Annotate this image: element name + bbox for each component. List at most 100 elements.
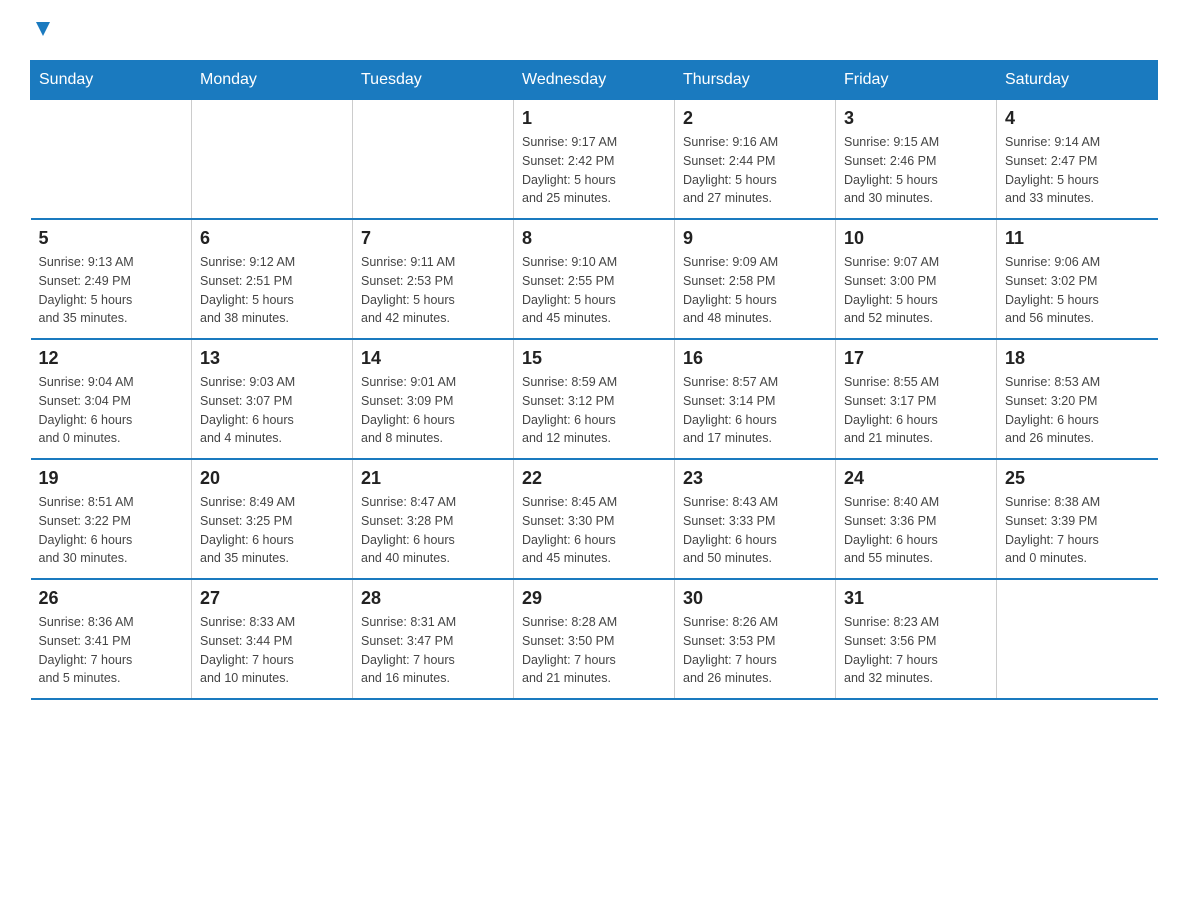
- day-number: 12: [39, 348, 184, 369]
- day-cell: 9 Sunrise: 9:09 AM Sunset: 2:58 PM Daylig…: [675, 219, 836, 339]
- day-number: 30: [683, 588, 827, 609]
- week-row-5: 26 Sunrise: 8:36 AM Sunset: 3:41 PM Dayli…: [31, 579, 1158, 699]
- day-number: 4: [1005, 108, 1150, 129]
- day-cell: 22 Sunrise: 8:45 AM Sunset: 3:30 PM Dayli…: [514, 459, 675, 579]
- day-info: Sunrise: 8:36 AM Sunset: 3:41 PM Dayligh…: [39, 613, 184, 688]
- day-info: Sunrise: 8:51 AM Sunset: 3:22 PM Dayligh…: [39, 493, 184, 568]
- day-number: 28: [361, 588, 505, 609]
- day-cell: 31 Sunrise: 8:23 AM Sunset: 3:56 PM Dayli…: [836, 579, 997, 699]
- day-number: 24: [844, 468, 988, 489]
- day-info: Sunrise: 9:10 AM Sunset: 2:55 PM Dayligh…: [522, 253, 666, 328]
- day-info: Sunrise: 8:38 AM Sunset: 3:39 PM Dayligh…: [1005, 493, 1150, 568]
- day-info: Sunrise: 9:11 AM Sunset: 2:53 PM Dayligh…: [361, 253, 505, 328]
- day-info: Sunrise: 9:14 AM Sunset: 2:47 PM Dayligh…: [1005, 133, 1150, 208]
- day-cell: [192, 100, 353, 220]
- day-number: 21: [361, 468, 505, 489]
- day-cell: 4 Sunrise: 9:14 AM Sunset: 2:47 PM Daylig…: [997, 100, 1158, 220]
- day-cell: 15Sunrise: 8:59 AM Sunset: 3:12 PM Dayli…: [514, 339, 675, 459]
- day-info: Sunrise: 9:15 AM Sunset: 2:46 PM Dayligh…: [844, 133, 988, 208]
- day-number: 25: [1005, 468, 1150, 489]
- day-info: Sunrise: 8:59 AM Sunset: 3:12 PM Dayligh…: [522, 373, 666, 448]
- calendar-header: SundayMondayTuesdayWednesdayThursdayFrid…: [31, 61, 1158, 100]
- day-info: Sunrise: 9:09 AM Sunset: 2:58 PM Dayligh…: [683, 253, 827, 328]
- day-number: 26: [39, 588, 184, 609]
- day-header-tuesday: Tuesday: [353, 61, 514, 100]
- day-info: Sunrise: 8:33 AM Sunset: 3:44 PM Dayligh…: [200, 613, 344, 688]
- days-of-week-row: SundayMondayTuesdayWednesdayThursdayFrid…: [31, 61, 1158, 100]
- day-number: 5: [39, 228, 184, 249]
- day-cell: 28 Sunrise: 8:31 AM Sunset: 3:47 PM Dayli…: [353, 579, 514, 699]
- day-info: Sunrise: 8:31 AM Sunset: 3:47 PM Dayligh…: [361, 613, 505, 688]
- day-number: 29: [522, 588, 666, 609]
- day-info: Sunrise: 9:16 AM Sunset: 2:44 PM Dayligh…: [683, 133, 827, 208]
- day-number: 23: [683, 468, 827, 489]
- day-cell: 5 Sunrise: 9:13 AM Sunset: 2:49 PM Daylig…: [31, 219, 192, 339]
- day-header-wednesday: Wednesday: [514, 61, 675, 100]
- day-cell: 14Sunrise: 9:01 AM Sunset: 3:09 PM Dayli…: [353, 339, 514, 459]
- page-header: [30, 20, 1158, 40]
- day-number: 20: [200, 468, 344, 489]
- day-number: 13: [200, 348, 344, 369]
- day-info: Sunrise: 8:23 AM Sunset: 3:56 PM Dayligh…: [844, 613, 988, 688]
- day-number: 11: [1005, 228, 1150, 249]
- day-header-friday: Friday: [836, 61, 997, 100]
- day-cell: 25 Sunrise: 8:38 AM Sunset: 3:39 PM Dayli…: [997, 459, 1158, 579]
- day-cell: 20 Sunrise: 8:49 AM Sunset: 3:25 PM Dayli…: [192, 459, 353, 579]
- day-info: Sunrise: 9:06 AM Sunset: 3:02 PM Dayligh…: [1005, 253, 1150, 328]
- day-info: Sunrise: 9:13 AM Sunset: 2:49 PM Dayligh…: [39, 253, 184, 328]
- day-info: Sunrise: 8:28 AM Sunset: 3:50 PM Dayligh…: [522, 613, 666, 688]
- calendar-body: 1 Sunrise: 9:17 AM Sunset: 2:42 PM Daylig…: [31, 100, 1158, 700]
- day-info: Sunrise: 8:49 AM Sunset: 3:25 PM Dayligh…: [200, 493, 344, 568]
- day-number: 17: [844, 348, 988, 369]
- day-info: Sunrise: 8:45 AM Sunset: 3:30 PM Dayligh…: [522, 493, 666, 568]
- day-number: 22: [522, 468, 666, 489]
- day-cell: 3Sunrise: 9:15 AM Sunset: 2:46 PM Daylig…: [836, 100, 997, 220]
- day-info: Sunrise: 9:07 AM Sunset: 3:00 PM Dayligh…: [844, 253, 988, 328]
- day-info: Sunrise: 9:12 AM Sunset: 2:51 PM Dayligh…: [200, 253, 344, 328]
- day-info: Sunrise: 8:26 AM Sunset: 3:53 PM Dayligh…: [683, 613, 827, 688]
- day-number: 31: [844, 588, 988, 609]
- day-number: 14: [361, 348, 505, 369]
- calendar-table: SundayMondayTuesdayWednesdayThursdayFrid…: [30, 60, 1158, 700]
- day-number: 2: [683, 108, 827, 129]
- day-cell: 21 Sunrise: 8:47 AM Sunset: 3:28 PM Dayli…: [353, 459, 514, 579]
- week-row-3: 12Sunrise: 9:04 AM Sunset: 3:04 PM Dayli…: [31, 339, 1158, 459]
- week-row-2: 5 Sunrise: 9:13 AM Sunset: 2:49 PM Daylig…: [31, 219, 1158, 339]
- day-cell: 13Sunrise: 9:03 AM Sunset: 3:07 PM Dayli…: [192, 339, 353, 459]
- day-info: Sunrise: 8:47 AM Sunset: 3:28 PM Dayligh…: [361, 493, 505, 568]
- day-cell: 8 Sunrise: 9:10 AM Sunset: 2:55 PM Daylig…: [514, 219, 675, 339]
- day-cell: 10 Sunrise: 9:07 AM Sunset: 3:00 PM Dayli…: [836, 219, 997, 339]
- day-cell: 17 Sunrise: 8:55 AM Sunset: 3:17 PM Dayli…: [836, 339, 997, 459]
- day-cell: 7 Sunrise: 9:11 AM Sunset: 2:53 PM Daylig…: [353, 219, 514, 339]
- day-number: 19: [39, 468, 184, 489]
- day-cell: [353, 100, 514, 220]
- day-number: 10: [844, 228, 988, 249]
- day-cell: 29 Sunrise: 8:28 AM Sunset: 3:50 PM Dayli…: [514, 579, 675, 699]
- day-cell: 18Sunrise: 8:53 AM Sunset: 3:20 PM Dayli…: [997, 339, 1158, 459]
- day-number: 27: [200, 588, 344, 609]
- day-info: Sunrise: 8:57 AM Sunset: 3:14 PM Dayligh…: [683, 373, 827, 448]
- logo-triangle-icon: [32, 18, 54, 40]
- week-row-1: 1 Sunrise: 9:17 AM Sunset: 2:42 PM Daylig…: [31, 100, 1158, 220]
- week-row-4: 19 Sunrise: 8:51 AM Sunset: 3:22 PM Dayli…: [31, 459, 1158, 579]
- day-cell: 11 Sunrise: 9:06 AM Sunset: 3:02 PM Dayli…: [997, 219, 1158, 339]
- day-info: Sunrise: 8:55 AM Sunset: 3:17 PM Dayligh…: [844, 373, 988, 448]
- day-info: Sunrise: 8:53 AM Sunset: 3:20 PM Dayligh…: [1005, 373, 1150, 448]
- day-cell: 6 Sunrise: 9:12 AM Sunset: 2:51 PM Daylig…: [192, 219, 353, 339]
- day-header-saturday: Saturday: [997, 61, 1158, 100]
- day-cell: 27 Sunrise: 8:33 AM Sunset: 3:44 PM Dayli…: [192, 579, 353, 699]
- day-info: Sunrise: 9:17 AM Sunset: 2:42 PM Dayligh…: [522, 133, 666, 208]
- day-number: 9: [683, 228, 827, 249]
- day-number: 7: [361, 228, 505, 249]
- day-cell: 12Sunrise: 9:04 AM Sunset: 3:04 PM Dayli…: [31, 339, 192, 459]
- day-number: 1: [522, 108, 666, 129]
- day-cell: 16Sunrise: 8:57 AM Sunset: 3:14 PM Dayli…: [675, 339, 836, 459]
- logo: [30, 20, 54, 40]
- day-info: Sunrise: 8:40 AM Sunset: 3:36 PM Dayligh…: [844, 493, 988, 568]
- day-number: 8: [522, 228, 666, 249]
- day-number: 6: [200, 228, 344, 249]
- day-header-monday: Monday: [192, 61, 353, 100]
- day-header-thursday: Thursday: [675, 61, 836, 100]
- day-cell: 26 Sunrise: 8:36 AM Sunset: 3:41 PM Dayli…: [31, 579, 192, 699]
- day-cell: [997, 579, 1158, 699]
